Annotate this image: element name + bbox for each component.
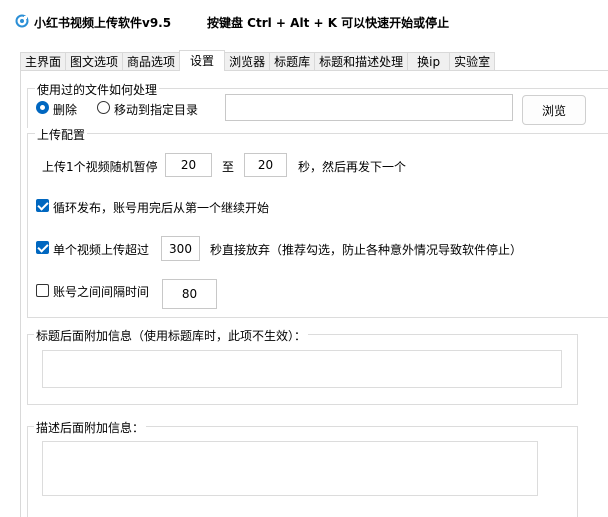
tab-product-options[interactable]: 商品选项 xyxy=(122,52,181,71)
upload-config-group-label: 上传配置 xyxy=(35,126,88,143)
move-to-dir-radio-label[interactable]: 移动到指定目录 xyxy=(114,101,198,118)
tab-lab[interactable]: 实验室 xyxy=(449,52,496,71)
tab-title-library[interactable]: 标题库 xyxy=(269,52,316,71)
title-suffix-group-label: 标题后面附加信息（使用标题库时，此项不生效）： xyxy=(34,327,309,344)
directory-path-input[interactable] xyxy=(225,94,513,121)
tab-title-desc-processing[interactable]: 标题和描述处理 xyxy=(314,52,409,71)
pause-min-input[interactable]: 20 xyxy=(165,153,212,177)
tab-browser[interactable]: 浏览器 xyxy=(224,52,271,71)
upload-timeout-suffix: 秒直接放弃（推荐勾选，防止各种意外情况导致软件停止） xyxy=(210,243,523,257)
upload-timeout-label[interactable]: 单个视频上传超过 xyxy=(53,241,149,258)
pause-prefix-label: 上传1个视频随机暂停 xyxy=(42,160,158,174)
tab-change-ip[interactable]: 换ip xyxy=(407,52,451,71)
title-bar: 小红书视频上传软件v9.5 按键盘 Ctrl + Alt + K 可以快速开始或… xyxy=(0,0,608,44)
desc-suffix-group-label: 描述后面附加信息： xyxy=(34,419,147,436)
move-to-dir-radio[interactable] xyxy=(97,101,110,114)
pause-max-input[interactable]: 20 xyxy=(244,153,287,177)
tab-image-text-options[interactable]: 图文选项 xyxy=(65,52,124,71)
file-handling-group-label: 使用过的文件如何处理 xyxy=(35,81,160,98)
loop-publish-label[interactable]: 循环发布，账号用完后从第一个继续开始 xyxy=(53,199,269,216)
browse-button[interactable]: 浏览 xyxy=(522,95,586,125)
hotkey-hint: 按键盘 Ctrl + Alt + K 可以快速开始或停止 xyxy=(207,16,450,30)
delete-radio[interactable] xyxy=(36,101,49,114)
app-title: 小红书视频上传软件v9.5 xyxy=(34,16,172,30)
desc-suffix-textarea[interactable] xyxy=(42,441,538,496)
delete-radio-label[interactable]: 删除 xyxy=(53,101,77,118)
upload-timeout-checkbox[interactable] xyxy=(36,241,49,254)
tab-settings[interactable]: 设置 xyxy=(179,50,226,71)
pause-to-label: 至 xyxy=(222,160,235,174)
tab-main[interactable]: 主界面 xyxy=(20,52,67,71)
title-suffix-textarea[interactable] xyxy=(42,350,562,388)
upload-timeout-input[interactable]: 300 xyxy=(161,236,200,261)
account-interval-input[interactable]: 80 xyxy=(162,279,217,309)
tab-bar: 主界面 图文选项 商品选项 设置 浏览器 标题库 标题和描述处理 换ip 实验室 xyxy=(20,50,496,71)
pause-suffix-label: 秒，然后再发下一个 xyxy=(298,160,407,174)
account-interval-label[interactable]: 账号之间间隔时间 xyxy=(53,283,149,300)
app-logo-icon xyxy=(15,14,29,28)
account-interval-checkbox[interactable] xyxy=(36,284,49,297)
loop-publish-checkbox[interactable] xyxy=(36,199,49,212)
